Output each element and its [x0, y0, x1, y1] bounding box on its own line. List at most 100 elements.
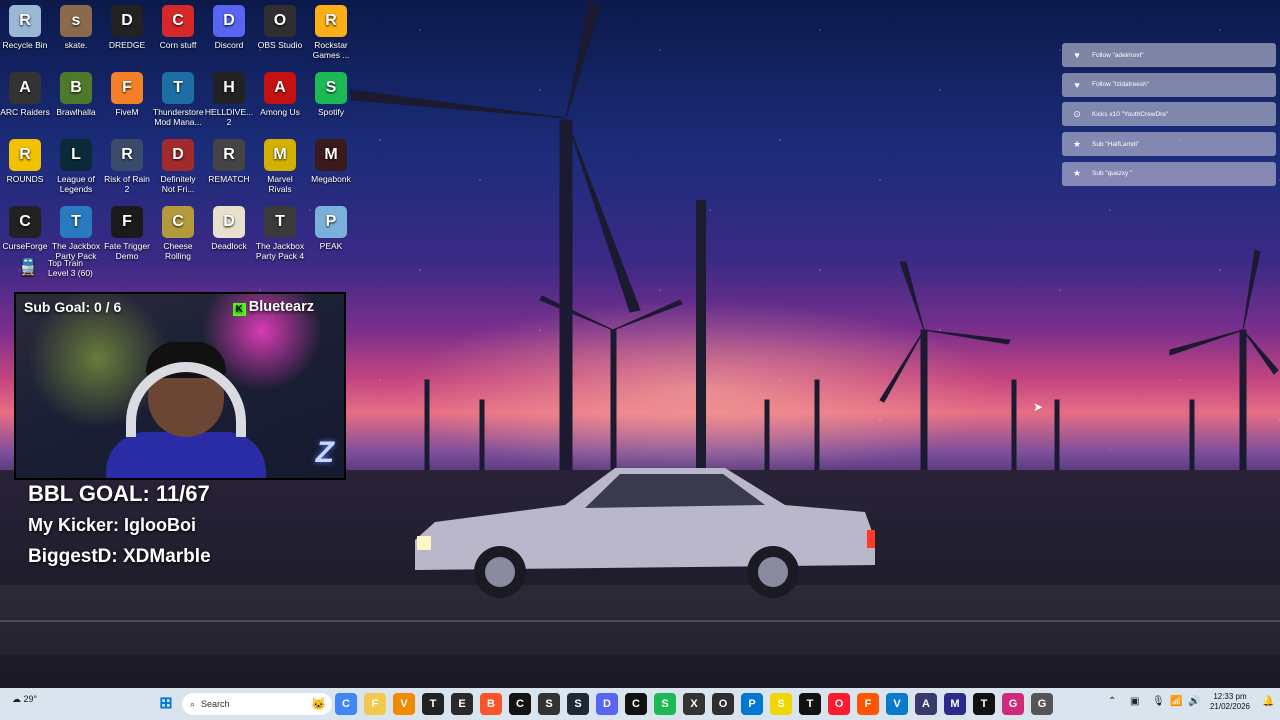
alert-text: Follow "Izidatreesh" [1092, 81, 1149, 89]
deadlock-icon: D [213, 206, 245, 238]
bbl-goal-text: BBL GOAL: 11/67 [28, 481, 210, 506]
desktop-icon-label: CurseForge [2, 241, 48, 251]
cheese-rolling-icon: C [162, 206, 194, 238]
streamer-handle: K Bluetearz [232, 299, 314, 316]
recycle-bin-icon: R [9, 5, 41, 37]
desktop-icon[interactable]: S Spotify [306, 72, 356, 117]
search-icon: ⌕ [190, 698, 196, 709]
chrome-icon[interactable]: C [335, 693, 357, 715]
app-icon[interactable]: A [915, 693, 937, 715]
game-icon[interactable]: G [1002, 693, 1024, 715]
brave-icon[interactable]: B [480, 693, 502, 715]
gear-icon[interactable]: G [1031, 693, 1053, 715]
file-explorer-icon[interactable]: F [364, 693, 386, 715]
search-input[interactable]: ⌕ Search 🐱 [182, 693, 332, 715]
medal-icon[interactable]: M [944, 693, 966, 715]
desktop-icon[interactable]: L League of Legends [51, 139, 101, 194]
desktop-icon-label: Spotify [318, 107, 344, 117]
settings-app-icon[interactable]: S [538, 693, 560, 715]
discord-icon: D [213, 5, 245, 37]
clock[interactable]: 12:33 pm 21/02/2026 [1206, 692, 1254, 712]
vs-code-icon[interactable]: V [886, 693, 908, 715]
thunderstore-icon: T [162, 72, 194, 104]
desktop-icon[interactable]: T The Jackbox Party Pack [51, 206, 101, 261]
search-placeholder: Search [201, 699, 230, 709]
show-hidden-icons-icon[interactable]: ⌃ [1108, 696, 1116, 707]
capcut-2-icon[interactable]: C [625, 693, 647, 715]
desktop-icon-label: Cheese Rolling [163, 241, 193, 261]
desktop-icon[interactable]: R ROUNDS [0, 139, 50, 184]
desktop-icon[interactable]: R Risk of Rain 2 [102, 139, 152, 194]
desktop-icon-label: FiveM [115, 107, 139, 117]
desktop-icon-label: Marvel Rivals [267, 174, 293, 194]
desktop-icon[interactable]: R Rockstar Games ... [306, 5, 356, 60]
obs-icon[interactable]: O [712, 693, 734, 715]
desktop-icon[interactable]: D Discord [204, 5, 254, 50]
desktop-icon-label: Recycle Bin [2, 40, 48, 50]
microphone-icon[interactable]: 🎙 [1152, 696, 1165, 707]
steam-icon[interactable]: S [567, 693, 589, 715]
rematch-icon: R [213, 139, 245, 171]
desktop-icon[interactable]: D Deadlock [204, 206, 254, 251]
desktop-icon[interactable]: D Definitely Not Fri... [153, 139, 203, 194]
league-icon: L [60, 139, 92, 171]
terminal-2-icon[interactable]: T [799, 693, 821, 715]
desktop-icon-label: Fate Trigger Demo [104, 241, 150, 261]
desktop-icon-label: Discord [214, 40, 244, 50]
dredge-icon: D [111, 5, 143, 37]
desktop-icon[interactable]: C Cheese Rolling [153, 206, 203, 261]
desktop-icon[interactable]: M Megabonk [306, 139, 356, 184]
top-train-level: Level 3 (60) [48, 268, 93, 278]
desktop-icon[interactable]: s skate. [51, 5, 101, 50]
notification-bell-icon[interactable]: 🔔 [1262, 696, 1274, 707]
wifi-icon[interactable]: 📶 [1170, 696, 1182, 707]
desktop-icon[interactable]: F Fate Trigger Demo [102, 206, 152, 261]
desktop-icon[interactable]: T The Jackbox Party Pack 4 [255, 206, 305, 261]
clock-time: 12:33 pm [1213, 692, 1247, 701]
wallpaper-car [415, 468, 875, 598]
capcut-icon[interactable]: C [509, 693, 531, 715]
top-train-title: Top Train [48, 258, 83, 268]
weather-widget[interactable]: ☁ 29° [12, 694, 37, 705]
desktop-icon-label: League of Legends [57, 174, 95, 194]
alert-text: Sub "quezxy " [1092, 170, 1133, 178]
alert-item: ♥ Follow "Izidatreesh" [1062, 72, 1276, 97]
risk-of-rain-icon: R [111, 139, 143, 171]
tiktok-icon[interactable]: T [973, 693, 995, 715]
sticky-notes-icon[interactable]: S [770, 693, 792, 715]
spotify-icon[interactable]: S [654, 693, 676, 715]
xbox-icon[interactable]: X [683, 693, 705, 715]
desktop-icon[interactable]: A ARC Raiders [0, 72, 50, 117]
desktop-icon-label: ARC Raiders [0, 107, 50, 117]
desktop-icon[interactable]: B Brawlhalla [51, 72, 101, 117]
vlc-icon[interactable]: V [393, 693, 415, 715]
desktop-icon-label: Thunderstore Mod Mana... [153, 107, 204, 127]
desktop-icon-label: Brawlhalla [56, 107, 96, 117]
desktop-icon[interactable]: A Among Us [255, 72, 305, 117]
desktop-icon[interactable]: R REMATCH [204, 139, 254, 184]
faceit-icon[interactable]: F [857, 693, 879, 715]
windows-start-icon[interactable]: ⊞ [155, 693, 177, 715]
desktop-icon[interactable]: D DREDGE [102, 5, 152, 50]
desktop-icon[interactable]: T Thunderstore Mod Mana... [153, 72, 204, 127]
photos-icon[interactable]: P [741, 693, 763, 715]
discord-icon[interactable]: D [596, 693, 618, 715]
epic-games-icon[interactable]: E [451, 693, 473, 715]
webcam-overlay: Sub Goal: 0 / 6 K Bluetearz Z [14, 292, 346, 480]
curseforge-icon: C [9, 206, 41, 238]
desktop-icon-label: Among Us [260, 107, 300, 117]
terminal-icon[interactable]: T [422, 693, 444, 715]
alert-item: ⊙ Kicks x10 "YouthCrewDre" [1062, 102, 1276, 127]
desktop-icon[interactable]: M Marvel Rivals [255, 139, 305, 194]
desktop-icon[interactable]: O OBS Studio [255, 5, 305, 50]
volume-icon[interactable]: 🔊 [1188, 696, 1200, 707]
desktop-icon[interactable]: P PEAK [306, 206, 356, 251]
tray-app-icon[interactable]: ▣ [1130, 696, 1139, 707]
desktop-icon[interactable]: R Recycle Bin [0, 5, 50, 50]
desktop-icon[interactable]: C Corn stuff [153, 5, 203, 50]
desktop-icon[interactable]: F FiveM [102, 72, 152, 117]
opera-icon[interactable]: O [828, 693, 850, 715]
desktop-icon[interactable]: C CurseForge [0, 206, 50, 251]
desktop-icon[interactable]: H HELLDIVE... 2 [204, 72, 254, 127]
clock-date: 21/02/2026 [1209, 702, 1251, 711]
